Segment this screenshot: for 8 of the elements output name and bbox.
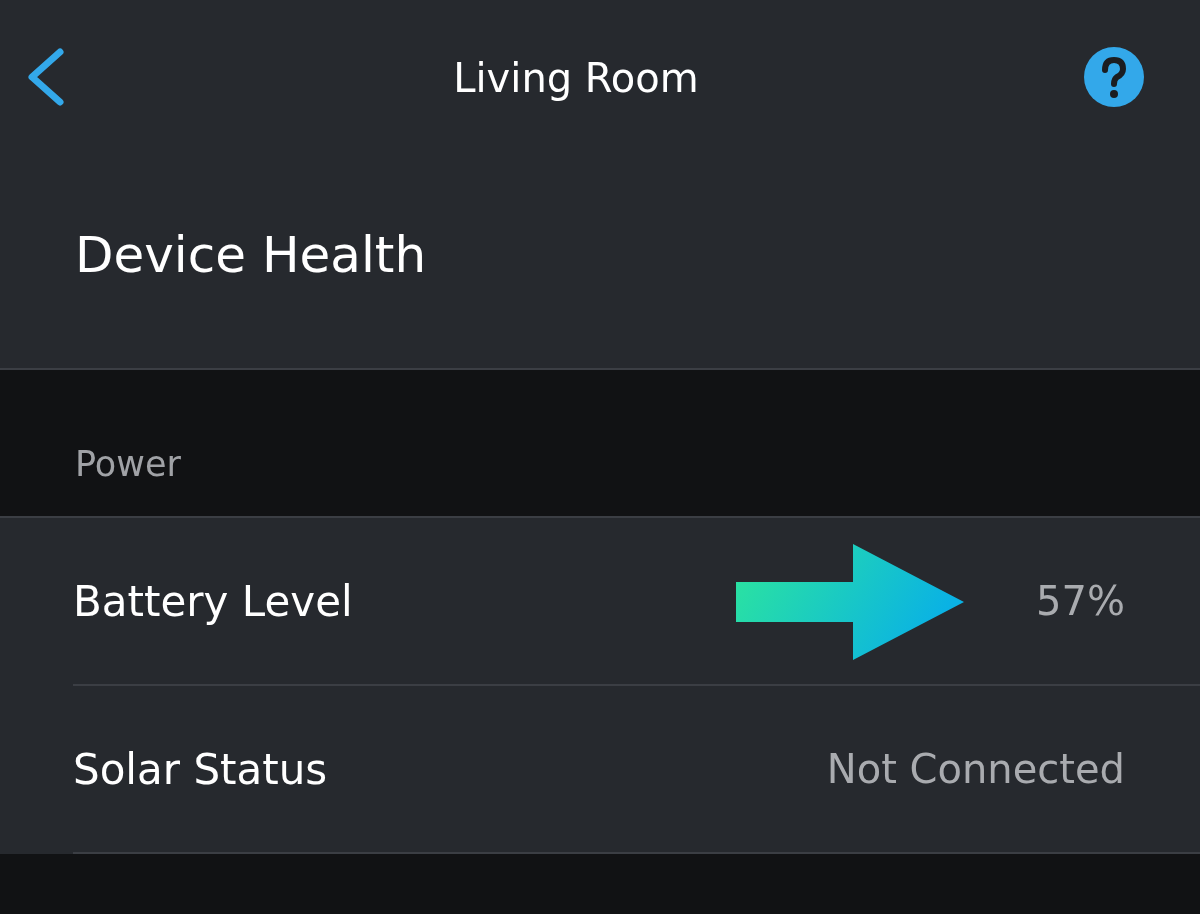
help-icon[interactable] [1084, 47, 1144, 107]
row-value: Not Connected [826, 746, 1125, 792]
row-label: Solar Status [73, 744, 329, 794]
row-value: 57% [1036, 578, 1125, 624]
section-heading: Power [75, 444, 181, 484]
row-label: Battery Level [73, 576, 354, 626]
screen-title: Living Room [452, 55, 700, 101]
page-heading: Device Health [75, 226, 427, 284]
